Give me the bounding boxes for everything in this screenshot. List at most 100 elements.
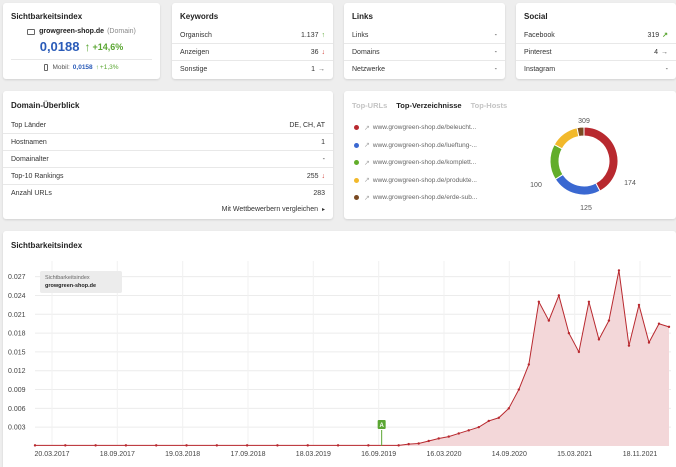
data-point[interactable] — [657, 322, 661, 325]
donut-slice[interactable] — [576, 126, 585, 138]
visibility-chart-card: Sichtbarkeitsindex 0.027 0.024 0.021 0.018 0… — [3, 231, 676, 467]
external-link-icon[interactable]: ↗ — [364, 194, 370, 202]
data-point[interactable] — [215, 444, 219, 447]
tooltip-domain: growgreen-shop.de — [45, 283, 97, 289]
data-point[interactable] — [185, 444, 188, 447]
data-point[interactable] — [397, 444, 400, 447]
stat-row[interactable]: Links - — [344, 27, 505, 44]
external-link-icon[interactable]: ↗ — [364, 159, 370, 167]
data-point[interactable] — [33, 444, 37, 447]
data-point[interactable] — [276, 444, 279, 447]
arrow-up-icon: ↑ — [95, 64, 99, 71]
data-point[interactable] — [477, 425, 480, 429]
x-tick-label: 14.09.2020 — [492, 451, 527, 458]
tab-top-urls[interactable]: Top-URLs — [352, 101, 387, 117]
top-item[interactable]: ↗ www.growgreen-shop.de/lueftung-... — [354, 137, 514, 155]
data-point[interactable] — [367, 444, 370, 447]
arrow-down-icon: ↓ — [321, 48, 326, 56]
visibility-change: +14,6% — [92, 41, 124, 52]
top-item-url[interactable]: www.growgreen-shop.de/erde-sub... — [373, 194, 477, 201]
x-tick-label: 19.03.2018 — [165, 451, 200, 458]
stat-row[interactable]: Facebook 319 ↗ — [516, 27, 676, 44]
donut-chart: 309 174 125 100 — [530, 118, 636, 212]
top-item-url[interactable]: www.growgreen-shop.de/produkte... — [373, 177, 477, 184]
data-point[interactable] — [457, 432, 460, 435]
donut-slice[interactable] — [553, 127, 580, 150]
data-point[interactable] — [427, 439, 430, 443]
stat-row[interactable]: Top Länder DE, CH, AT — [3, 117, 333, 134]
top-item[interactable]: ↗ www.growgreen-shop.de/produkte... — [354, 172, 514, 190]
top-item[interactable]: ↗ www.growgreen-shop.de/erde-sub... — [354, 189, 514, 207]
stat-value-group: 319 ↗ — [647, 31, 668, 39]
data-point[interactable] — [124, 444, 128, 447]
data-point[interactable] — [667, 325, 671, 329]
data-point[interactable] — [567, 331, 571, 335]
donut-slice[interactable] — [583, 126, 619, 192]
data-point[interactable] — [557, 294, 561, 297]
data-point[interactable] — [607, 319, 611, 322]
data-point[interactable] — [245, 444, 249, 447]
stat-row[interactable]: Organisch 1.137 ↑ — [172, 27, 333, 44]
data-point[interactable] — [597, 338, 601, 341]
chart-tooltip: Sichtbarkeitsindex growgreen-shop.de — [40, 271, 122, 293]
data-point[interactable] — [467, 429, 470, 432]
stat-value-group: - — [495, 66, 497, 73]
stat-row[interactable]: Top-10 Rankings 255 ↓ — [3, 168, 333, 185]
compare-competitors-link[interactable]: Mit Wettbewerbern vergleichen — [222, 206, 318, 213]
external-link-icon[interactable]: ↗ — [364, 124, 370, 132]
stat-value: - — [494, 48, 497, 56]
stat-row[interactable]: Hostnamen 1 — [3, 134, 333, 151]
stat-value: 255 — [306, 172, 319, 180]
top-item-url[interactable]: www.growgreen-shop.de/komplett... — [373, 159, 476, 166]
stat-label: Organisch — [180, 31, 212, 39]
data-point[interactable] — [537, 300, 541, 303]
keywords-card: Keywords Organisch 1.137 ↑ Anzeigen 36 ↓ Sonst… — [172, 3, 333, 79]
stat-row[interactable]: Domains - — [344, 44, 505, 61]
external-link-icon[interactable]: ↗ — [364, 141, 370, 149]
data-point[interactable] — [407, 442, 410, 446]
stat-value: - — [494, 66, 497, 73]
data-point[interactable] — [417, 442, 420, 445]
stat-row[interactable]: Anzeigen 36 ↓ — [172, 44, 333, 61]
data-point[interactable] — [527, 363, 531, 366]
data-point[interactable] — [637, 303, 641, 307]
data-point[interactable] — [497, 416, 500, 419]
tab-top-verzeichnisse[interactable]: Top-Verzeichnisse — [396, 101, 461, 117]
stat-row[interactable]: Instagram - — [516, 61, 676, 78]
data-point[interactable] — [487, 419, 490, 423]
data-point[interactable] — [547, 319, 551, 322]
data-point[interactable] — [336, 444, 340, 447]
data-point[interactable] — [627, 344, 631, 347]
data-point[interactable] — [577, 350, 581, 354]
donut-slice[interactable] — [549, 143, 564, 180]
top-item-url[interactable]: www.growgreen-shop.de/lueftung-... — [373, 142, 477, 149]
data-point[interactable] — [64, 444, 67, 447]
donut-label: 309 — [578, 118, 590, 125]
domain-name[interactable]: growgreen-shop.de — [39, 28, 104, 35]
stat-label: Pinterest — [524, 48, 552, 56]
donut-slice[interactable] — [554, 173, 601, 196]
data-point[interactable] — [437, 437, 440, 440]
stat-row[interactable]: Netzwerke - — [344, 61, 505, 78]
stat-row[interactable]: Anzahl URLs 283 — [3, 185, 333, 202]
color-dot — [354, 142, 359, 148]
data-point[interactable] — [507, 407, 511, 410]
tab-top-hosts[interactable]: Top-Hosts — [471, 101, 508, 117]
data-point[interactable] — [517, 388, 521, 391]
external-link-icon[interactable]: ↗ — [364, 176, 370, 184]
stat-label: Facebook — [524, 31, 555, 39]
data-point[interactable] — [155, 444, 158, 447]
stat-row[interactable]: Domainalter - — [3, 151, 333, 168]
data-point[interactable] — [447, 435, 450, 438]
top-item-url[interactable]: www.growgreen-shop.de/beleucht... — [373, 124, 476, 131]
y-tick-label: 0.027 — [8, 274, 26, 281]
stat-row[interactable]: Pinterest 4 → — [516, 44, 676, 61]
top-item[interactable]: ↗ www.growgreen-shop.de/komplett... — [354, 154, 514, 172]
stat-row[interactable]: Sonstige 1 → — [172, 61, 333, 78]
data-point[interactable] — [94, 444, 97, 447]
data-point[interactable] — [617, 269, 621, 272]
top-item[interactable]: ↗ www.growgreen-shop.de/beleucht... — [354, 119, 514, 137]
data-point[interactable] — [587, 300, 591, 303]
data-point[interactable] — [647, 341, 651, 344]
data-point[interactable] — [306, 444, 309, 447]
